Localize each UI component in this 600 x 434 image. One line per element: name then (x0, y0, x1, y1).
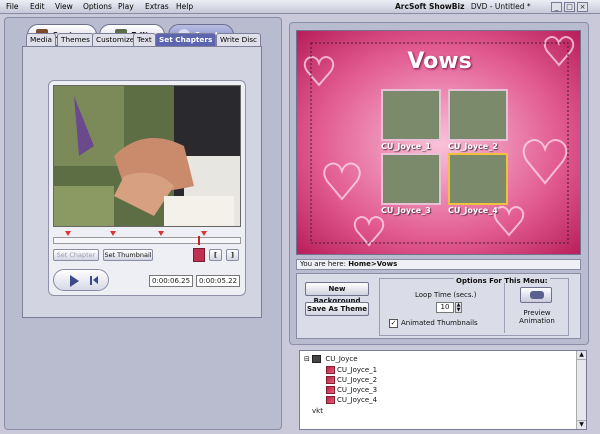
tree-item[interactable]: CU_Joyce_4 (326, 396, 377, 404)
menu-file[interactable]: File (6, 2, 19, 11)
tree-item-label: CU_Joyce_1 (337, 366, 378, 374)
tab-write-disc[interactable]: Write Disc (216, 33, 262, 47)
video-frame (53, 85, 241, 227)
scroll-down-icon[interactable]: ▼ (577, 420, 586, 429)
tab-strip: Media Themes Customize Text Set Chapters… (26, 33, 266, 47)
tree-scrollbar[interactable]: ▲ ▼ (576, 351, 586, 429)
group-divider (504, 283, 505, 333)
chapter-thumbnail[interactable] (448, 89, 508, 141)
menu-folder-icon (312, 355, 322, 363)
video-image (54, 86, 240, 226)
tree-item-label: vkt (312, 407, 323, 415)
tab-set-chapters[interactable]: Set Chapters (155, 33, 217, 47)
chapter-marker[interactable] (110, 231, 116, 236)
tree-item[interactable]: vkt (312, 407, 323, 415)
playhead[interactable] (198, 236, 200, 245)
tree-root[interactable]: ⊟ CU_Joyce (304, 355, 358, 363)
loop-time-input[interactable]: 10 (436, 302, 454, 313)
new-background-button[interactable]: New Background (305, 282, 369, 305)
loop-time-label: Loop Time (secs.) (415, 291, 477, 299)
menu-help[interactable]: Help (176, 2, 193, 11)
menu-title[interactable]: Vows (297, 49, 580, 74)
chapter-thumbnail[interactable] (381, 153, 441, 205)
thumbnail-icon[interactable] (193, 248, 205, 262)
tab-themes[interactable]: Themes (57, 33, 94, 47)
duration-time: 0:00:05.22 (196, 275, 240, 287)
menu-edit[interactable]: Edit (30, 2, 45, 11)
step-back-icon[interactable] (93, 276, 98, 284)
tree-root-label: CU_Joyce (325, 355, 358, 363)
chapter-thumbnail-label: CU_Joyce_3 (381, 206, 431, 215)
menu-bar: File Edit View Options Play Extras Help … (0, 0, 600, 14)
animated-thumbnails-checkbox[interactable]: ✓ (389, 319, 398, 328)
close-button[interactable]: × (577, 2, 588, 12)
chapter-marker[interactable] (201, 231, 207, 236)
breadcrumb-path[interactable]: Home>Vows (348, 260, 397, 268)
tree-item-label: CU_Joyce_4 (337, 396, 378, 404)
tab-customize[interactable]: Customize (92, 33, 139, 47)
right-panel: Vows CU_Joyce_1 CU_Joyce_2 CU_Joyce_3 CU… (289, 22, 589, 345)
loop-time-spinner[interactable]: ▲ ▼ (455, 302, 462, 313)
save-as-theme-button[interactable]: Save As Theme (305, 302, 369, 316)
menu-view[interactable]: View (55, 2, 73, 11)
video-player: Set Chapter Set Thumbnail [ ] 0:00:06.25… (48, 80, 246, 296)
set-chapter-button[interactable]: Set Chapter (53, 249, 99, 261)
options-group: Options For This Menu: Loop Time (secs.)… (379, 277, 569, 336)
transport-controls (53, 269, 109, 291)
menu-extras[interactable]: Extras (145, 2, 169, 11)
minimize-button[interactable]: _ (551, 2, 562, 12)
chapter-thumbnail-label: CU_Joyce_4 (448, 206, 498, 215)
menu-options[interactable]: Options (83, 2, 112, 11)
menu-preview: Vows CU_Joyce_1 CU_Joyce_2 CU_Joyce_3 CU… (296, 30, 581, 255)
tab-text[interactable]: Text (133, 33, 156, 47)
menu-options-area: New Background Save As Theme Options For… (296, 273, 581, 339)
tree-item[interactable]: CU_Joyce_2 (326, 376, 377, 384)
step-icon[interactable] (90, 276, 92, 285)
timeline-track[interactable] (53, 236, 241, 245)
mark-out-button[interactable]: ] (226, 249, 239, 261)
chapter-marker[interactable] (158, 231, 164, 236)
tab-media[interactable]: Media (26, 33, 56, 47)
clip-icon (326, 396, 335, 404)
chapter-thumbnail-label: CU_Joyce_1 (381, 142, 431, 151)
maximize-button[interactable]: □ (564, 2, 575, 12)
mark-in-button[interactable]: [ (209, 249, 222, 261)
preview-animation-button[interactable] (520, 287, 552, 303)
preview-animation-icon (530, 291, 544, 299)
breadcrumb: You are here: Home>Vows (296, 259, 581, 270)
chapter-thumbnail-selected[interactable] (448, 153, 508, 205)
chapter-marker[interactable] (65, 231, 71, 236)
scroll-up-icon[interactable]: ▲ (577, 351, 586, 360)
document-name: DVD - Untitled * (470, 2, 531, 11)
tree-item[interactable]: CU_Joyce_1 (326, 366, 377, 374)
clip-icon (326, 376, 335, 384)
clip-icon (326, 366, 335, 374)
tree-item[interactable]: CU_Joyce_3 (326, 386, 377, 394)
menu-play[interactable]: Play (118, 2, 134, 11)
options-group-title: Options For This Menu: (454, 277, 550, 285)
chapter-thumbnail[interactable] (381, 89, 441, 141)
chapter-timeline[interactable] (53, 231, 241, 245)
preview-animation-label: Preview Animation (519, 309, 555, 325)
clip-icon (326, 386, 335, 394)
animated-thumbnails-label: Animated Thumbnails (401, 319, 478, 327)
tree-item-label: CU_Joyce_2 (337, 376, 378, 384)
set-thumbnail-button[interactable]: Set Thumbnail (103, 249, 153, 261)
tree-item-label: CU_Joyce_3 (337, 386, 378, 394)
current-time: 0:00:06.25 (149, 275, 193, 287)
app-name: ArcSoft ShowBiz (395, 2, 465, 11)
chapter-thumbnail-label: CU_Joyce_2 (448, 142, 498, 151)
collapse-icon[interactable]: ⊟ (304, 355, 310, 363)
play-icon[interactable] (70, 275, 79, 287)
chapter-tree: ⊟ CU_Joyce CU_Joyce_1 CU_Joyce_2 CU_Joyc… (299, 350, 587, 430)
window-title: ArcSoft ShowBiz DVD - Untitled * (395, 2, 531, 11)
breadcrumb-prefix: You are here: (300, 260, 349, 268)
